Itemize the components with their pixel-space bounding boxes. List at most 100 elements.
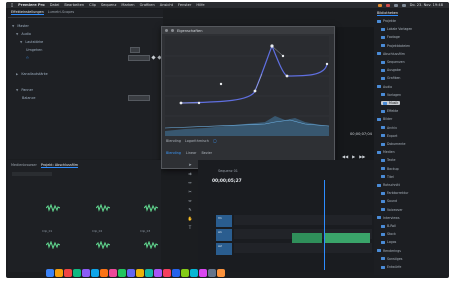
dock-app-icon[interactable] bbox=[91, 269, 99, 277]
apple-icon[interactable]:  bbox=[11, 3, 13, 7]
folder-tree-item[interactable]: B-Roll bbox=[381, 224, 396, 228]
folder-tree-item[interactable]: Musik bbox=[381, 101, 401, 105]
tab-project[interactable]: Projekt: Abschlussfilm bbox=[40, 163, 79, 168]
audio-clip-thumbnail[interactable] bbox=[44, 240, 62, 250]
audio-track[interactable] bbox=[234, 243, 372, 253]
dock-app-icon[interactable] bbox=[154, 269, 162, 277]
audio-clip-thumbnail[interactable] bbox=[94, 240, 112, 250]
folder-tree-item[interactable]: Ausgabe bbox=[381, 68, 401, 72]
link-icon[interactable]: ◯ bbox=[213, 139, 217, 143]
audio-clip-thumbnail[interactable] bbox=[44, 203, 62, 213]
menu-app-name[interactable]: Premiere Pro bbox=[18, 3, 45, 7]
dock-app-icon[interactable] bbox=[46, 269, 54, 277]
timeline-timecode[interactable]: 00;00;05;27 bbox=[212, 179, 242, 184]
dock-app-icon[interactable] bbox=[145, 269, 153, 277]
audio-clip-thumbnail[interactable] bbox=[142, 240, 160, 250]
slip-tool-icon[interactable]: ⇔ bbox=[188, 198, 191, 203]
folder-tree-item[interactable]: Projektdateien bbox=[381, 44, 410, 48]
effect-row-level[interactable]: ⏱ bbox=[26, 55, 29, 60]
blending-mode-dropdown[interactable]: Logarithmisch bbox=[185, 139, 209, 143]
speed-graph[interactable] bbox=[165, 36, 329, 136]
balance-value-field[interactable] bbox=[128, 95, 150, 101]
curve-handle-point[interactable] bbox=[219, 82, 223, 86]
curve-type-dropdown[interactable]: Bezier bbox=[201, 151, 212, 155]
tray-record-icon[interactable] bbox=[385, 3, 390, 7]
menu-edit[interactable]: Bearbeiten bbox=[64, 3, 84, 7]
menu-window[interactable]: Fenster bbox=[178, 3, 191, 7]
tab-effect-controls[interactable]: Effekteinstellungen bbox=[11, 10, 44, 15]
menu-sequence[interactable]: Sequenz bbox=[101, 3, 116, 7]
folder-tree-item[interactable]: Farbkorrektur bbox=[381, 191, 408, 195]
menu-markers[interactable]: Marken bbox=[121, 3, 134, 7]
dock-app-icon[interactable] bbox=[82, 269, 90, 277]
wifi-icon[interactable] bbox=[393, 3, 398, 7]
curve-handle-point[interactable] bbox=[197, 101, 201, 105]
menu-graphics[interactable]: Grafiken bbox=[140, 3, 155, 7]
dock-app-icon[interactable] bbox=[64, 269, 72, 277]
dock-app-icon[interactable] bbox=[190, 269, 198, 277]
step-back-icon[interactable]: ◀◀ bbox=[342, 154, 348, 159]
track-header-v1[interactable]: V1 bbox=[216, 215, 232, 227]
folder-tree-item[interactable]: Sequenzen bbox=[381, 60, 405, 64]
effect-row-master[interactable]: ▼ Master bbox=[12, 23, 29, 28]
dock-app-icon[interactable] bbox=[181, 269, 189, 277]
folder-tree-item[interactable]: Voiceover bbox=[381, 208, 403, 212]
ripple-edit-tool-icon[interactable]: ↔ bbox=[188, 180, 191, 185]
keyframe-marker[interactable] bbox=[151, 55, 156, 60]
folder-tree-item[interactable]: Titel bbox=[381, 175, 394, 179]
track-header-a2[interactable]: A2 bbox=[216, 243, 232, 255]
menu-clock[interactable]: Do. 23. Nov. 19:48 bbox=[410, 3, 443, 7]
disclosure-triangle-icon[interactable]: ▼ bbox=[12, 24, 14, 28]
folder-tree-item[interactable]: Effekte bbox=[381, 109, 398, 113]
level-value-field[interactable] bbox=[128, 55, 150, 61]
menu-help[interactable]: Hilfe bbox=[196, 3, 204, 7]
window-close-icon[interactable] bbox=[165, 29, 168, 32]
menu-file[interactable]: Datei bbox=[50, 3, 60, 7]
folder-tree-item[interactable]: Export bbox=[381, 134, 397, 138]
disclosure-triangle-icon[interactable]: ▼ bbox=[16, 88, 18, 92]
dock-app-icon[interactable] bbox=[208, 269, 216, 277]
disclosure-triangle-icon[interactable]: ▼ bbox=[16, 32, 18, 36]
curve-keyframe-point[interactable] bbox=[253, 89, 257, 93]
curve-keyframe-point[interactable] bbox=[285, 74, 289, 78]
effect-row-panner[interactable]: ▼ Panner bbox=[16, 87, 33, 92]
folder-tree-item[interactable]: Sonstiges bbox=[381, 257, 402, 261]
dock-app-icon[interactable] bbox=[109, 269, 117, 277]
folder-tree-item[interactable]: Interviews bbox=[377, 216, 399, 220]
disclosure-triangle-icon[interactable]: ▶ bbox=[16, 72, 18, 76]
tab-lumetri-scopes[interactable]: Lumetri-Scopes bbox=[48, 10, 74, 14]
dock-app-icon[interactable] bbox=[172, 269, 180, 277]
battery-icon[interactable] bbox=[401, 3, 406, 7]
curve-handle-point[interactable] bbox=[281, 54, 285, 58]
folder-tree-item[interactable]: Archiv bbox=[381, 126, 397, 130]
folder-tree-item[interactable]: Stock bbox=[381, 232, 396, 236]
dock-app-icon[interactable] bbox=[55, 269, 63, 277]
folder-tree-item[interactable]: Abschlussfilm bbox=[377, 52, 405, 56]
step-forward-icon[interactable]: ▶▶ bbox=[359, 154, 365, 159]
bypass-checkbox[interactable] bbox=[130, 47, 140, 53]
timeline-audio-clip[interactable] bbox=[292, 233, 322, 243]
folder-tree-item[interactable]: Lokale Vorlagen bbox=[381, 27, 412, 31]
dock-app-icon[interactable] bbox=[73, 269, 81, 277]
timeline-audio-clip[interactable] bbox=[324, 233, 370, 243]
interpolation-dropdown[interactable]: Linear bbox=[186, 151, 197, 155]
dock-app-icon[interactable] bbox=[163, 269, 171, 277]
folder-tree-item[interactable]: Medien bbox=[377, 150, 395, 154]
razor-tool-icon[interactable]: ✂ bbox=[188, 189, 191, 194]
dock-app-icon[interactable] bbox=[127, 269, 135, 277]
track-select-tool-icon[interactable]: ⇉ bbox=[188, 171, 191, 176]
effect-row-audio[interactable]: ▼ Audio bbox=[16, 31, 31, 36]
track-header-a1[interactable]: A1 bbox=[216, 229, 232, 241]
audio-clip-thumbnail[interactable] bbox=[142, 203, 160, 213]
project-search-input[interactable] bbox=[12, 172, 52, 176]
tab-libraries[interactable]: Bibliotheken bbox=[377, 11, 399, 16]
hand-tool-icon[interactable]: ✋ bbox=[188, 216, 193, 221]
folder-tree-item[interactable]: Dokumente bbox=[381, 142, 405, 146]
effect-row-channel-volume[interactable]: ▶ Kanallautstärke bbox=[16, 71, 48, 76]
folder-tree-item[interactable]: Bilder bbox=[377, 117, 392, 121]
graph-window-titlebar[interactable]: Eigenschaften bbox=[162, 27, 334, 34]
folder-tree-item[interactable]: Sound bbox=[381, 199, 397, 203]
tab-media-browser[interactable]: Medienbrowser bbox=[11, 163, 37, 167]
dock-app-icon[interactable] bbox=[136, 269, 144, 277]
effect-row-volume[interactable]: ▼ Lautstärke bbox=[20, 39, 43, 44]
